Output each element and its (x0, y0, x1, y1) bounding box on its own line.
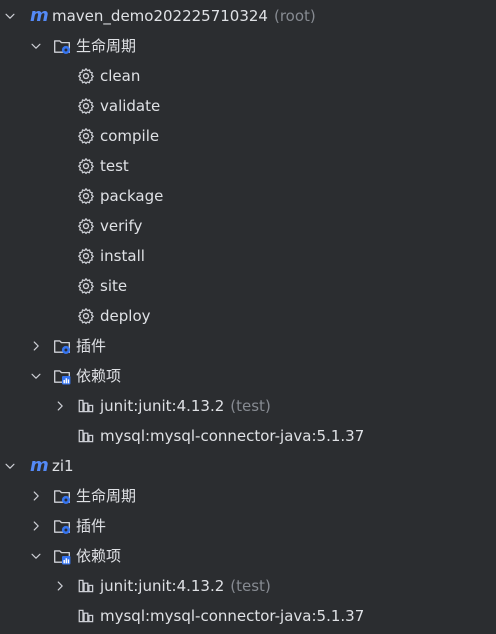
chevron-down-icon[interactable] (3, 9, 17, 23)
scope-label: (test) (230, 577, 271, 595)
phase-label: validate (100, 97, 161, 115)
maven-project-icon: m (30, 455, 49, 476)
plugins-label: 插件 (76, 517, 107, 535)
phase-label: test (100, 157, 129, 175)
dependencies-node[interactable]: 依赖项 (0, 541, 496, 571)
chevron-right-icon[interactable] (53, 579, 67, 593)
project-node[interactable]: m zi1 (0, 451, 496, 481)
gear-icon (77, 127, 95, 145)
lifecycle-phase-verify[interactable]: verify (0, 211, 496, 241)
root-suffix: (root) (273, 7, 316, 25)
dependency-name: junit:junit:4.13.2 (test) (100, 577, 271, 595)
lifecycle-node[interactable]: 生命周期 (0, 31, 496, 61)
plugins-label: 插件 (76, 337, 107, 355)
chevron-right-icon[interactable] (29, 339, 43, 353)
gear-icon (77, 247, 95, 265)
dependency-item[interactable]: mysql:mysql-connector-java:5.1.37 (0, 601, 496, 631)
maven-project-icon: m (30, 5, 49, 26)
dependency-name: junit:junit:4.13.2 (test) (100, 397, 271, 415)
dependencies-folder-icon (53, 547, 71, 565)
lifecycle-phase-test[interactable]: test (0, 151, 496, 181)
project-name: maven_demo202225710324 (root) (52, 7, 316, 25)
phase-label: clean (100, 67, 141, 85)
gear-icon (77, 157, 95, 175)
dependencies-label: 依赖项 (76, 367, 122, 385)
dependencies-node[interactable]: 依赖项 (0, 361, 496, 391)
lifecycle-label: 生命周期 (76, 37, 137, 55)
chevron-down-icon[interactable] (29, 39, 43, 53)
plugins-node[interactable]: 插件 (0, 511, 496, 541)
lifecycle-phase-validate[interactable]: validate (0, 91, 496, 121)
lifecycle-phase-compile[interactable]: compile (0, 121, 496, 151)
dependency-icon (77, 397, 95, 415)
project-node[interactable]: m maven_demo202225710324 (root) (0, 1, 496, 31)
plugins-folder-icon (53, 517, 71, 535)
dependency-icon (77, 427, 95, 445)
gear-icon (77, 67, 95, 85)
gear-icon (77, 97, 95, 115)
dependency-item[interactable]: mysql:mysql-connector-java:5.1.37 (0, 421, 496, 451)
phase-label: install (100, 247, 145, 265)
lifecycle-phase-site[interactable]: site (0, 271, 496, 301)
phase-label: compile (100, 127, 160, 145)
dependency-item[interactable]: junit:junit:4.13.2 (test) (0, 571, 496, 601)
lifecycle-node[interactable]: 生命周期 (0, 481, 496, 511)
chevron-down-icon[interactable] (3, 459, 17, 473)
dependency-icon (77, 607, 95, 625)
lifecycle-phase-install[interactable]: install (0, 241, 496, 271)
chevron-down-icon[interactable] (29, 369, 43, 383)
phase-label: package (100, 187, 164, 205)
dependency-name: mysql:mysql-connector-java:5.1.37 (100, 607, 365, 625)
scope-label: (test) (230, 397, 271, 415)
lifecycle-phase-deploy[interactable]: deploy (0, 301, 496, 331)
dependency-item[interactable]: junit:junit:4.13.2 (test) (0, 391, 496, 421)
lifecycle-folder-icon (53, 37, 71, 55)
lifecycle-phase-package[interactable]: package (0, 181, 496, 211)
lifecycle-folder-icon (53, 487, 71, 505)
plugins-folder-icon (53, 337, 71, 355)
dependencies-folder-icon (53, 367, 71, 385)
dependency-icon (77, 577, 95, 595)
chevron-down-icon[interactable] (29, 549, 43, 563)
gear-icon (77, 187, 95, 205)
lifecycle-phase-clean[interactable]: clean (0, 61, 496, 91)
dependency-name: mysql:mysql-connector-java:5.1.37 (100, 427, 365, 445)
phase-label: verify (100, 217, 143, 235)
gear-icon (77, 277, 95, 295)
chevron-right-icon[interactable] (53, 399, 67, 413)
chevron-right-icon[interactable] (29, 519, 43, 533)
phase-label: deploy (100, 307, 151, 325)
maven-tool-window-tree: m maven_demo202225710324 (root) 生命周期 clean va… (0, 0, 496, 634)
lifecycle-label: 生命周期 (76, 487, 137, 505)
plugins-node[interactable]: 插件 (0, 331, 496, 361)
dependencies-label: 依赖项 (76, 547, 122, 565)
gear-icon (77, 217, 95, 235)
chevron-right-icon[interactable] (29, 489, 43, 503)
phase-label: site (100, 277, 128, 295)
gear-icon (77, 307, 95, 325)
project-name: zi1 (52, 457, 74, 475)
